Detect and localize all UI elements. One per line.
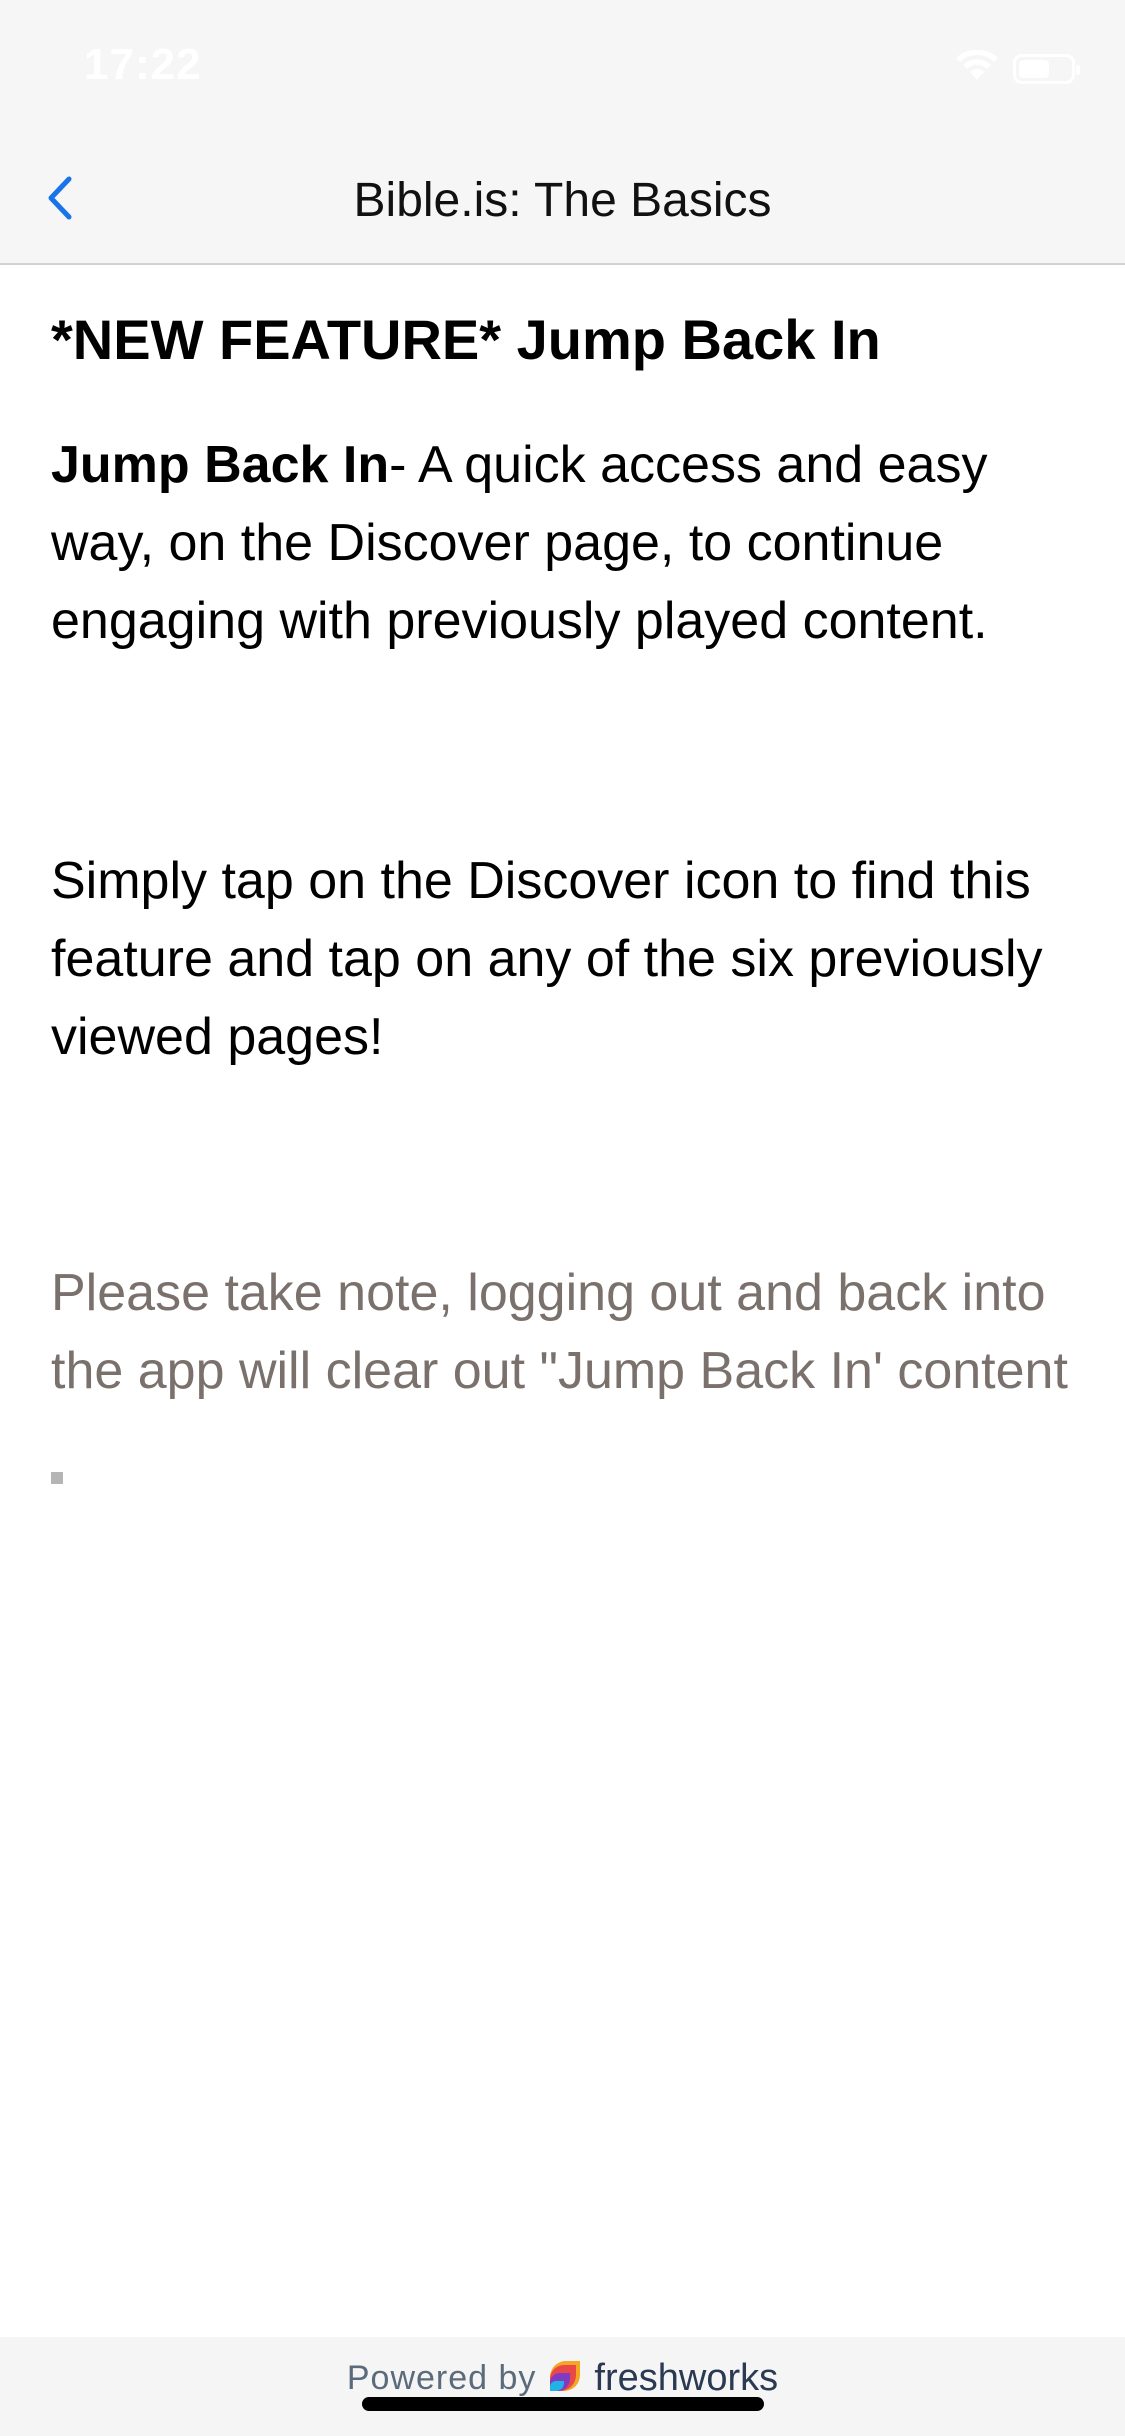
image-placeholder <box>51 1472 63 1484</box>
battery-icon <box>1013 53 1080 84</box>
status-time: 17:22 <box>84 40 202 89</box>
screen: 17:22 Bible.is: The Basics *NEW FEATURE*… <box>0 0 1125 2436</box>
wifi-icon <box>955 49 999 87</box>
article-content: *NEW FEATURE* Jump Back In Jump Back In-… <box>51 300 1081 1484</box>
home-indicator[interactable] <box>362 2397 764 2411</box>
footer: Powered by freshworks <box>0 2337 1125 2436</box>
freshworks-logo-icon <box>546 2357 584 2400</box>
note-paragraph: Please take note, logging out and back i… <box>51 1264 1068 1400</box>
powered-by-label: Powered by <box>346 2359 537 2397</box>
intro-paragraph: Jump Back In- A quick access and easy wa… <box>51 426 1081 660</box>
status-icons <box>955 49 1080 87</box>
brand-name: freshworks <box>594 2357 779 2399</box>
article-title: *NEW FEATURE* Jump Back In <box>51 308 881 371</box>
instruction-paragraph: Simply tap on the Discover icon to find … <box>51 852 1043 1066</box>
status-bar: 17:22 <box>0 0 1125 135</box>
feature-name: Jump Back In <box>51 436 390 494</box>
navigation-bar: Bible.is: The Basics <box>0 135 1125 265</box>
powered-by[interactable]: Powered by freshworks <box>0 2357 1125 2400</box>
page-title: Bible.is: The Basics <box>353 174 772 227</box>
